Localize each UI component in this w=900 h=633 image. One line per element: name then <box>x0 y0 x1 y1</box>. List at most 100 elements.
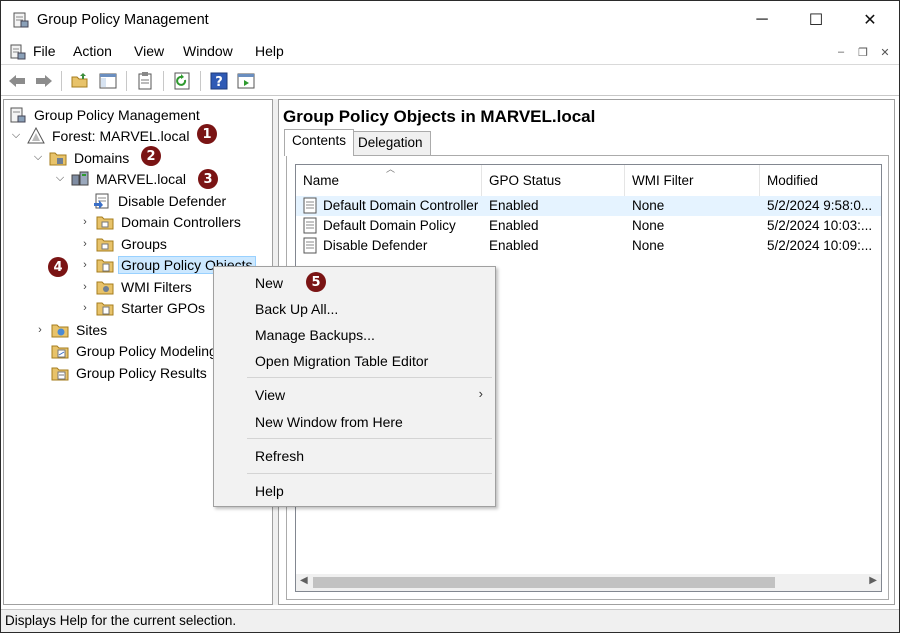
menu-item-help[interactable]: Help <box>255 483 284 499</box>
column-header-wmi-filter[interactable]: WMI Filter <box>625 165 760 196</box>
cell-name: Disable Defender <box>323 238 428 253</box>
chevron-right-icon[interactable]: › <box>78 215 92 229</box>
properties-icon[interactable] <box>134 70 156 92</box>
tree-item-sites[interactable]: › Sites <box>33 319 109 340</box>
tree-label: MARVEL.local <box>96 170 187 187</box>
tree-label: Group Policy Modeling <box>76 342 217 359</box>
tree-item-results[interactable]: Group Policy Results <box>51 362 209 383</box>
step-badge-2: 2 <box>141 146 161 166</box>
title-bar: Group Policy Management ─ ☐ ✕ <box>1 1 899 39</box>
tree-item-forest[interactable]: ⌵ Forest: MARVEL.local <box>9 125 191 146</box>
cell-name: Default Domain Policy <box>323 218 456 233</box>
maximize-button[interactable]: ☐ <box>793 1 839 39</box>
toolbar-separator <box>126 71 127 91</box>
starter-gpo-folder-icon <box>96 299 114 317</box>
minimize-button[interactable]: ─ <box>739 1 785 39</box>
cell-modified: 5/2/2024 9:58:0... <box>767 198 873 213</box>
cell-wmi: None <box>632 198 665 213</box>
pane-title: Group Policy Objects in MARVEL.local <box>283 107 596 126</box>
scroll-left-icon[interactable]: ◀ <box>300 575 308 586</box>
table-row[interactable]: Disable Defender Enabled None 5/2/2024 1… <box>296 236 881 256</box>
action-pane-icon[interactable] <box>235 70 257 92</box>
column-label: WMI Filter <box>632 173 694 188</box>
cell-wmi: None <box>632 238 665 253</box>
up-folder-icon[interactable] <box>69 70 91 92</box>
gpmc-window: Group Policy Management ─ ☐ ✕ File Actio… <box>0 0 900 633</box>
forest-icon <box>27 126 45 145</box>
toolbar: ? <box>1 66 899 96</box>
table-row[interactable]: Default Domain Controller... Enabled Non… <box>296 196 881 216</box>
horizontal-scrollbar[interactable]: ◀ ▶ <box>296 574 881 591</box>
tab-contents[interactable]: Contents <box>284 129 355 156</box>
mdi-restore-button[interactable]: ❐ <box>853 43 873 61</box>
tree-label: Groups <box>121 235 167 252</box>
chevron-down-icon[interactable]: ⌵ <box>31 151 45 165</box>
menu-view[interactable]: View <box>134 43 164 59</box>
menu-item-new-window[interactable]: New Window from Here <box>255 414 403 430</box>
tree-label: WMI Filters <box>121 278 192 295</box>
menu-item-new[interactable]: New <box>255 275 283 291</box>
menu-separator <box>247 377 492 378</box>
tree-item-domain-controllers[interactable]: › Domain Controllers <box>78 211 243 232</box>
show-hide-tree-icon[interactable] <box>97 70 119 92</box>
chevron-right-icon[interactable]: › <box>78 280 92 294</box>
cell-modified: 5/2/2024 10:09:... <box>767 238 873 253</box>
tree-item-root[interactable]: Group Policy Management <box>9 104 202 125</box>
forward-icon[interactable] <box>33 70 55 92</box>
context-menu: New 5 Back Up All... Manage Backups... O… <box>213 266 496 507</box>
chevron-down-icon[interactable]: ⌵ <box>9 129 23 143</box>
menu-separator <box>247 473 492 474</box>
cell-status: Enabled <box>489 218 539 233</box>
scroll-right-icon[interactable]: ▶ <box>869 575 877 586</box>
menu-item-view[interactable]: View <box>255 387 285 403</box>
gpo-icon <box>303 197 317 214</box>
chevron-right-icon[interactable]: › <box>78 258 92 272</box>
table-row[interactable]: Default Domain Policy Enabled None 5/2/2… <box>296 216 881 236</box>
menu-item-migration-table[interactable]: Open Migration Table Editor <box>255 353 428 369</box>
menu-action[interactable]: Action <box>73 43 112 59</box>
tree-item-wmi-filters[interactable]: › WMI Filters <box>78 276 194 297</box>
modeling-icon <box>51 342 69 360</box>
chevron-right-icon[interactable]: › <box>78 237 92 251</box>
column-header-name[interactable]: ︿ Name <box>296 165 482 196</box>
column-label: Name <box>303 173 340 188</box>
cell-status: Enabled <box>489 198 539 213</box>
tree-item-domain[interactable]: ⌵ MARVEL.local <box>53 168 188 189</box>
tree-label: Group Policy Management <box>34 106 200 123</box>
tree-item-modeling[interactable]: Group Policy Modeling <box>51 340 219 361</box>
tree-item-groups[interactable]: › Groups <box>78 233 169 254</box>
menu-bar: File Action View Window Help – ❐ ✕ <box>1 39 899 65</box>
chevron-right-icon[interactable]: › <box>78 301 92 315</box>
menu-item-refresh[interactable]: Refresh <box>255 448 304 464</box>
cell-modified: 5/2/2024 10:03:... <box>767 218 873 233</box>
tree-item-disable-defender[interactable]: Disable Defender <box>93 190 228 211</box>
close-button[interactable]: ✕ <box>847 1 893 39</box>
column-header-gpo-status[interactable]: GPO Status <box>482 165 625 196</box>
system-menu-icon[interactable] <box>10 44 26 60</box>
refresh-icon[interactable] <box>171 70 193 92</box>
scrollbar-thumb[interactable] <box>313 577 775 588</box>
menu-window[interactable]: Window <box>183 43 233 59</box>
results-icon <box>51 364 69 382</box>
gpmc-icon <box>9 106 27 124</box>
menu-separator <box>247 438 492 439</box>
gpo-link-icon <box>93 192 111 210</box>
cell-wmi: None <box>632 218 665 233</box>
toolbar-separator <box>61 71 62 91</box>
menu-item-back-up-all[interactable]: Back Up All... <box>255 301 338 317</box>
menu-item-manage-backups[interactable]: Manage Backups... <box>255 327 375 343</box>
tree-item-starter-gpos[interactable]: › Starter GPOs <box>78 297 207 318</box>
back-icon[interactable] <box>6 70 28 92</box>
ou-folder-icon <box>96 213 114 231</box>
mdi-close-button[interactable]: ✕ <box>875 43 895 61</box>
menu-file[interactable]: File <box>33 43 56 59</box>
menu-help[interactable]: Help <box>255 43 284 59</box>
chevron-down-icon[interactable]: ⌵ <box>53 172 67 186</box>
gpo-icon <box>303 217 317 234</box>
tree-item-domains[interactable]: ⌵ Domains <box>31 147 131 168</box>
column-header-modified[interactable]: Modified <box>760 165 881 196</box>
tab-delegation[interactable]: Delegation <box>350 131 431 155</box>
chevron-right-icon[interactable]: › <box>33 323 47 337</box>
mdi-minimize-button[interactable]: – <box>831 43 851 61</box>
help-icon[interactable]: ? <box>208 70 230 92</box>
